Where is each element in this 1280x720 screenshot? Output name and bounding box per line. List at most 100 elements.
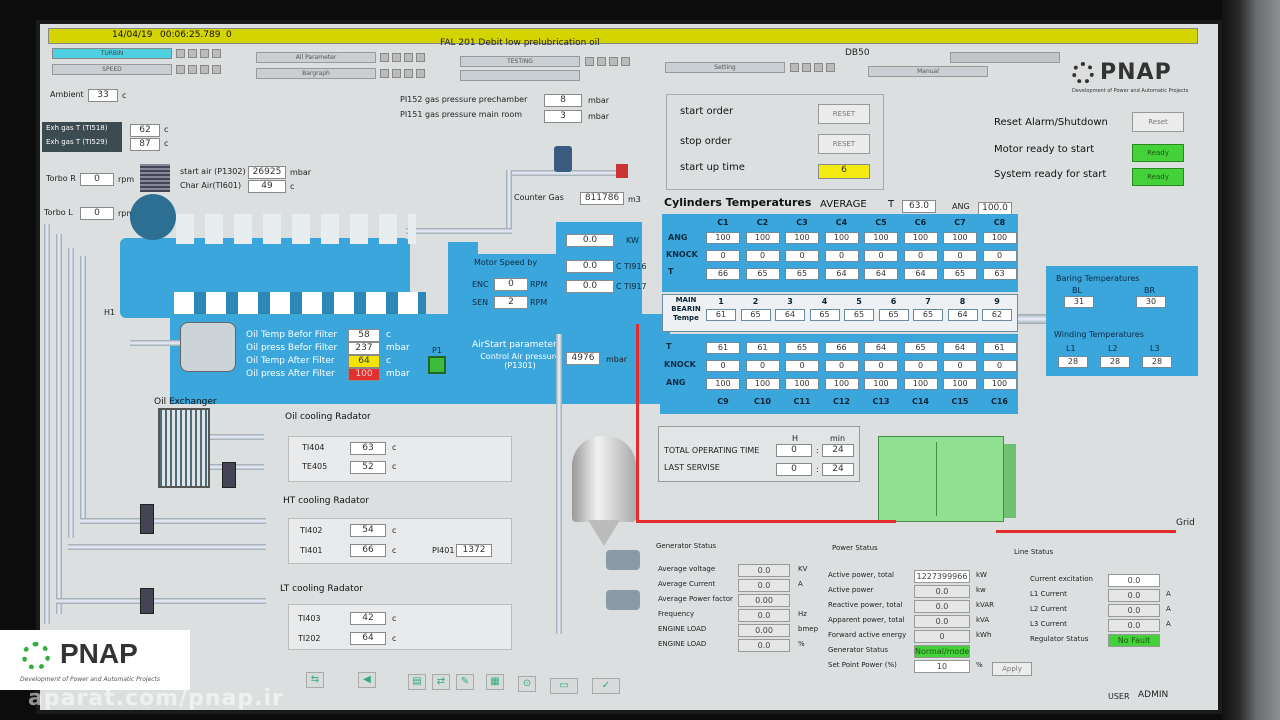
stop-order-reset-button[interactable]: RESET	[818, 134, 870, 154]
oil-tank-icon	[572, 436, 636, 522]
overlay-logo: PNAP Development of Power and Automatic …	[0, 630, 190, 690]
header-bar	[48, 28, 1198, 44]
cylinder-knock-cell: 0	[982, 250, 1017, 262]
oil-exchanger-label: Oil Exchanger	[154, 397, 217, 407]
tab-setting[interactable]: Setting	[665, 62, 785, 73]
airstart-title: AirStart parameter	[472, 340, 557, 350]
cylinder-header: C7	[954, 218, 966, 227]
tab-manual[interactable]: Manual	[868, 66, 988, 77]
tab-turbin[interactable]: TURBIN	[52, 48, 172, 59]
tab-mini-square[interactable]	[404, 69, 413, 78]
line-row-value: 0.0	[1108, 574, 1160, 587]
h1-label: H1	[104, 308, 116, 317]
engine-turbo	[130, 194, 176, 240]
oil-pipe-h1	[130, 340, 180, 346]
header-date: 14/04/19	[112, 30, 153, 40]
grid-label: Grid	[1176, 518, 1195, 528]
user-name: ADMIN	[1138, 690, 1169, 700]
tab-mini-square[interactable]	[597, 57, 606, 66]
oil-p-before-unit: mbar	[386, 343, 410, 353]
oil-t-after-label: Oil Temp After Filter	[246, 356, 335, 366]
te405-value: 52	[350, 461, 386, 474]
tab-mini-square[interactable]	[176, 65, 185, 74]
ambient-unit: c	[122, 91, 127, 100]
tab-mini-square[interactable]	[416, 53, 425, 62]
startup-time-value[interactable]: 6	[818, 164, 870, 179]
tab-testing[interactable]: TESTING	[460, 56, 580, 67]
tab-mini-square[interactable]	[802, 63, 811, 72]
tab-mini-square[interactable]	[188, 65, 197, 74]
lt-radator-box	[288, 604, 512, 650]
tab-mini-square[interactable]	[212, 65, 221, 74]
row-label-ang-bottom: ANG	[666, 378, 686, 387]
toolbar-icon[interactable]: ⇆	[306, 672, 324, 688]
oil-tank-cone	[588, 520, 620, 546]
tab-mini-square[interactable]	[416, 69, 425, 78]
tab-speed[interactable]: SPEED	[52, 64, 172, 75]
cylinder-header: C6	[914, 218, 927, 227]
tab-empty-right[interactable]	[950, 52, 1060, 63]
toolbar-icon[interactable]: ⊙	[518, 676, 536, 692]
reset-alarm-text: Reset	[1148, 118, 1168, 126]
counter-gas-label: Counter Gas	[514, 193, 564, 202]
start-air-label: start air (P1302)	[180, 167, 246, 176]
apply-button[interactable]: Apply	[992, 662, 1032, 676]
l3-label: L3	[1150, 344, 1160, 353]
ti402-unit: c	[392, 526, 397, 535]
toolbar-icon[interactable]: ▤	[408, 674, 426, 690]
cylinder-t-cell: 61	[706, 342, 740, 354]
cylinder-knock-cell: 0	[903, 250, 938, 262]
tab-mini-square[interactable]	[380, 53, 389, 62]
ti404-label: TI404	[302, 443, 325, 452]
cylinder-t-cell: 64	[864, 268, 898, 280]
toolbar-icon[interactable]: ▭	[550, 678, 578, 694]
bearing-cell: 65	[740, 309, 771, 321]
turbo-l-label: Torbo L	[44, 208, 73, 217]
tab-mini-square[interactable]	[392, 53, 401, 62]
toolbar-icon[interactable]: ◀	[358, 672, 376, 688]
tab-mini-square[interactable]	[826, 63, 835, 72]
sen-value: 2	[494, 296, 528, 309]
cylinder-t-cell: 64	[903, 268, 938, 280]
reset-alarm-button[interactable]: Reset	[1132, 112, 1184, 132]
tab-mini-square[interactable]	[585, 57, 594, 66]
tab-mini-square[interactable]	[404, 53, 413, 62]
ti401-label: TI401	[300, 546, 323, 555]
cylinder-t-cell: 64	[864, 342, 898, 354]
tab-mini-square[interactable]	[790, 63, 799, 72]
toolbar-icon[interactable]: ✎	[456, 674, 474, 690]
oil-exchanger-icon	[158, 408, 210, 488]
tab-bargraph[interactable]: Bargraph	[256, 68, 376, 79]
tab-blank[interactable]	[460, 70, 580, 81]
tab-mini-square[interactable]	[609, 57, 618, 66]
tab-mini-square[interactable]	[392, 69, 401, 78]
oil-p-after-label: Oil press After Filter	[246, 369, 335, 379]
tab-mini-square[interactable]	[814, 63, 823, 72]
start-air-value: 26925	[248, 166, 286, 179]
tab-mini-square[interactable]	[380, 69, 389, 78]
start-order-reset-button[interactable]: RESET	[818, 104, 870, 124]
toolbar-icon[interactable]: ⇄	[432, 674, 450, 690]
toolbar-icon[interactable]: ✓	[592, 678, 620, 694]
tab-mini-square[interactable]	[212, 49, 221, 58]
pressure-sensor-icon	[428, 356, 446, 374]
toolbar-icon[interactable]: ▦	[486, 674, 504, 690]
counter-gas-unit: m3	[628, 195, 641, 204]
tab-mini-square[interactable]	[200, 49, 209, 58]
cylinder-ang-cell: 100	[943, 378, 977, 390]
ht-radator-box	[288, 518, 512, 564]
tab-mini-square[interactable]	[621, 57, 630, 66]
tab-mini-square[interactable]	[188, 49, 197, 58]
l1-label: L1	[1066, 344, 1076, 353]
left-pipe-4	[80, 256, 86, 522]
bearing-number: 7	[925, 297, 931, 306]
tab-mini-square[interactable]	[200, 65, 209, 74]
average-t-value: 63.0	[902, 200, 936, 213]
bearing-label: MAIN BEARIN Tempe	[671, 296, 701, 322]
exh-t2-value: 87	[130, 138, 160, 151]
ti917-label: C TI917	[616, 282, 647, 291]
tab-all-parameter[interactable]: All Parameter	[256, 52, 376, 63]
power-row-value: 0	[914, 630, 970, 643]
tank-pump-icon	[606, 590, 640, 610]
tab-mini-square[interactable]	[176, 49, 185, 58]
